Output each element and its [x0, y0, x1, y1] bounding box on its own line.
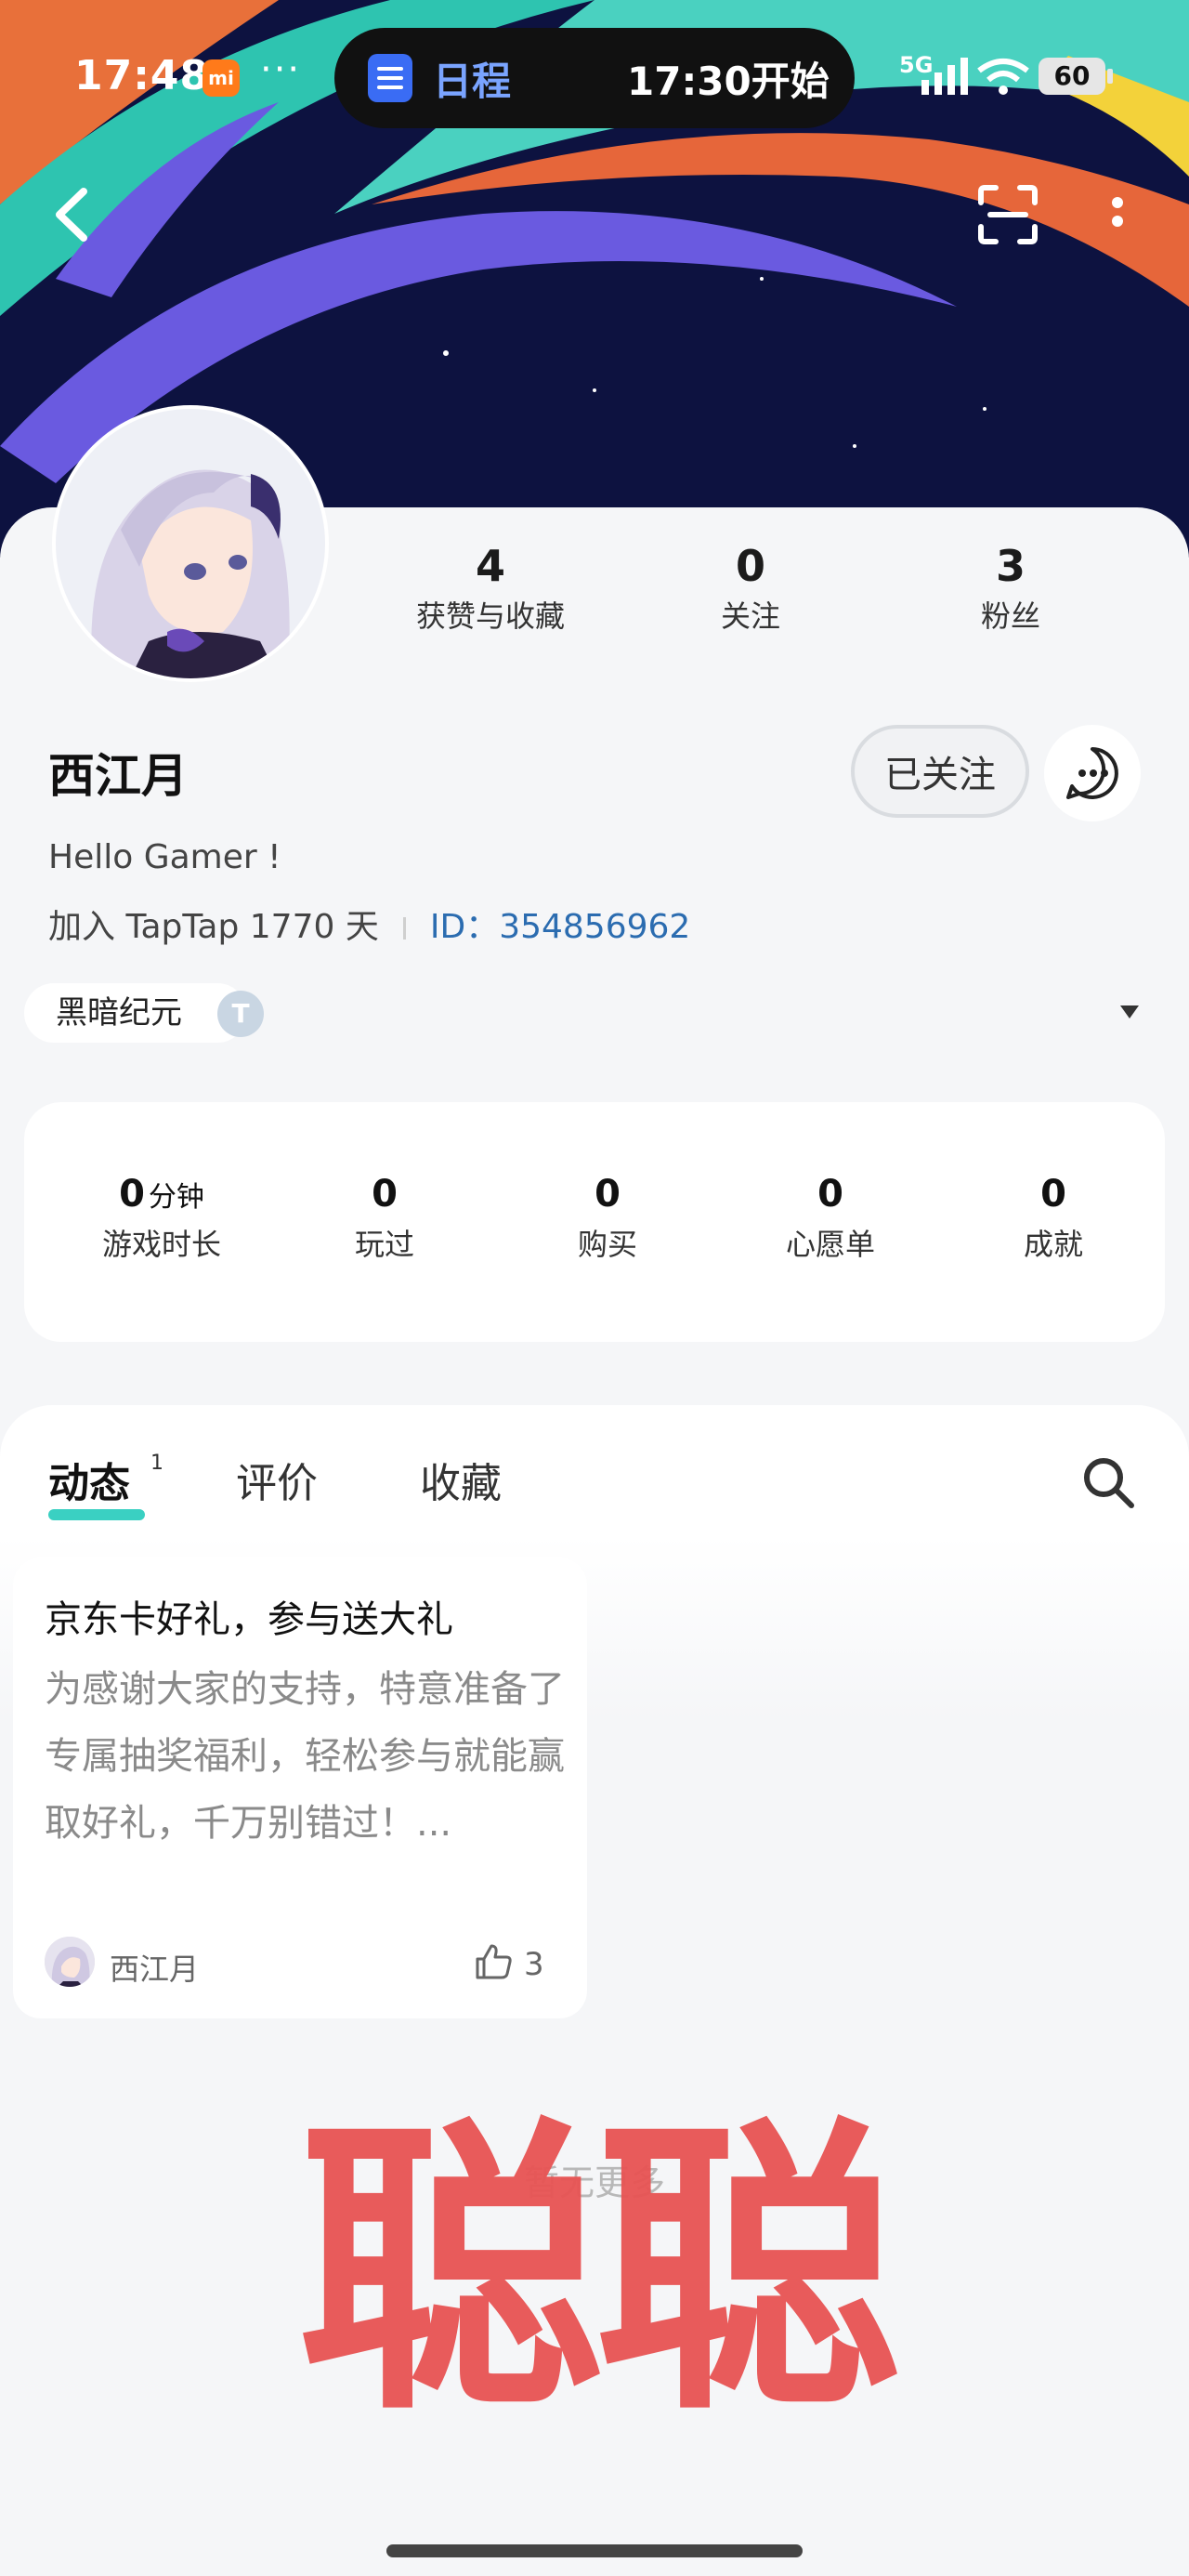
user-avatar[interactable]	[56, 409, 325, 678]
battery-tip	[1107, 69, 1113, 84]
island-schedule-label: 日程	[433, 59, 512, 104]
game-stats-card: 0 分钟 游戏时长 0 玩过 0 购买 0 心愿单 0 成就	[24, 1102, 1165, 1342]
chat-bubble-icon	[1066, 747, 1118, 799]
tab-reviews[interactable]: 评价	[236, 1450, 318, 1509]
stat-played[interactable]: 0 玩过	[273, 1173, 496, 1264]
calendar-icon	[368, 54, 412, 102]
counter-following-value: 0	[735, 541, 765, 591]
home-indicator[interactable]	[386, 2544, 803, 2557]
stat-purchased[interactable]: 0 购买	[496, 1173, 719, 1264]
dropdown-caret-icon[interactable]	[1120, 1005, 1139, 1019]
counter-following[interactable]: 0 关注	[648, 541, 853, 636]
game-chip[interactable]: 黑暗纪元	[24, 983, 247, 1043]
stat-playtime-label: 游戏时长	[101, 1227, 221, 1262]
stat-played-label: 玩过	[354, 1227, 414, 1262]
username: 西江月	[48, 749, 188, 803]
stat-playtime[interactable]: 0 分钟 游戏时长	[50, 1173, 273, 1264]
tab-activity-count: 1	[150, 1452, 163, 1475]
tab-active-indicator	[48, 1509, 145, 1520]
counter-following-label: 关注	[720, 598, 780, 634]
stat-achievements-label: 成就	[1023, 1227, 1083, 1262]
wifi-icon	[977, 59, 1029, 95]
more-notifications-icon: ···	[260, 48, 302, 91]
taptap-badge-icon: T	[217, 991, 264, 1037]
join-days: 加入 TapTap 1770 天	[48, 908, 379, 946]
counter-fans-label: 粉丝	[980, 598, 1040, 634]
more-options-icon[interactable]	[1104, 190, 1131, 245]
stat-purchased-value: 0	[594, 1173, 621, 1216]
stat-playtime-value: 0	[119, 1173, 145, 1216]
message-button[interactable]	[1044, 725, 1141, 821]
stat-wishlist-label: 心愿单	[785, 1227, 875, 1262]
scan-icon[interactable]	[975, 182, 1040, 247]
counter-likes-label: 获赞与收藏	[415, 598, 565, 634]
search-icon[interactable]	[1079, 1453, 1137, 1511]
join-info: 加入 TapTap 1770 天 ID：354856962	[48, 900, 690, 948]
stat-achievements-value: 0	[1040, 1173, 1066, 1216]
island-schedule-time: 17:30开始	[627, 59, 830, 104]
user-id-value[interactable]: 354856962	[499, 908, 690, 946]
thumbs-up-icon[interactable]	[472, 1940, 515, 1983]
tab-favorites[interactable]: 收藏	[420, 1450, 502, 1509]
counter-fans[interactable]: 3 粉丝	[908, 541, 1113, 636]
mi-notification-icon: mi	[203, 59, 240, 97]
divider	[402, 917, 406, 940]
stat-wishlist-value: 0	[817, 1173, 843, 1216]
user-id-label: ID：	[429, 908, 500, 946]
stat-purchased-label: 购买	[577, 1227, 637, 1262]
counter-likes-value: 4	[475, 541, 505, 591]
watermark-text: 聪聪	[297, 2094, 901, 2451]
stat-achievements[interactable]: 0 成就	[942, 1173, 1165, 1264]
tab-activity[interactable]: 动态	[48, 1450, 130, 1509]
counter-fans-value: 3	[995, 541, 1026, 591]
post-author-avatar[interactable]	[45, 1937, 95, 1987]
stat-playtime-unit: 分钟	[148, 1181, 204, 1214]
status-time: 17:48	[74, 52, 210, 99]
followed-button[interactable]: 已关注	[851, 725, 1029, 818]
counter-likes[interactable]: 4 获赞与收藏	[388, 541, 593, 636]
user-bio: Hello Gamer !	[48, 838, 281, 876]
post-title[interactable]: 京东卡好礼，参与送大礼	[45, 1589, 574, 1643]
back-arrow-icon[interactable]	[46, 182, 102, 247]
signal-icon	[921, 58, 968, 95]
stat-wishlist[interactable]: 0 心愿单	[719, 1173, 942, 1264]
post-author-name[interactable]: 西江月	[110, 1946, 199, 1989]
like-count: 3	[524, 1946, 544, 1983]
stat-played-value: 0	[372, 1173, 398, 1216]
post-body[interactable]: 为感谢大家的支持，特意准备了专属抽奖福利，轻松参与就能赢取好礼，千万别错过！..…	[45, 1656, 565, 1857]
battery-icon: 60	[1039, 58, 1105, 95]
